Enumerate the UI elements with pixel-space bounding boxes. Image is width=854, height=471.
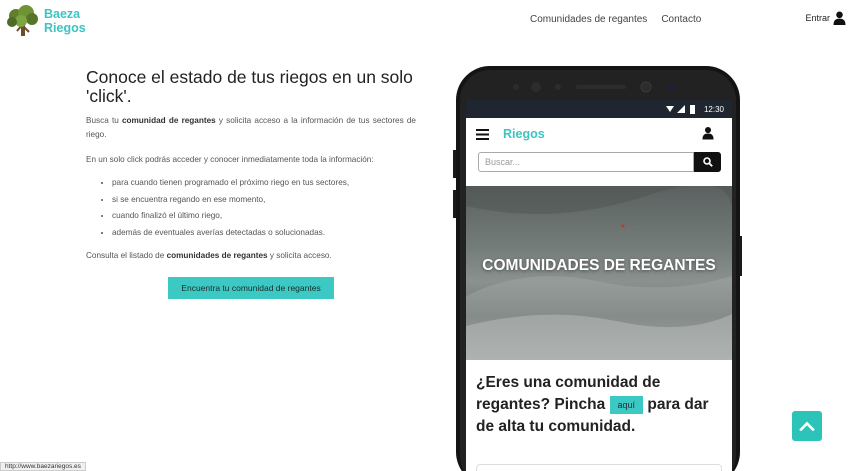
clock: 12:30 xyxy=(703,104,724,114)
status-bar-url: http://www.baezariegos.es xyxy=(0,462,86,471)
phone-screen: 12:30 Riegos Buscar... COMUNIDADES DE RE… xyxy=(466,100,732,471)
list-item: además de eventuales averías detectadas … xyxy=(112,225,416,242)
intro-paragraph-1: Busca tu comunidad de regantes y solicit… xyxy=(86,114,416,142)
brand-line-2: Riegos xyxy=(44,21,86,35)
hamburger-menu-icon[interactable] xyxy=(476,128,489,140)
page: Baeza Riegos Comunidades de regantes Con… xyxy=(0,0,854,471)
intro-paragraph-2: En un solo click podrás acceder y conoce… xyxy=(86,155,374,164)
tree-logo-icon xyxy=(7,5,38,36)
chevron-up-icon xyxy=(799,421,815,431)
text-fragment: y solicita acceso. xyxy=(267,251,332,260)
page-headline: Conoce el estado de tus riegos en un sol… xyxy=(86,67,413,106)
list-item: cuando finalizó el último riego, xyxy=(112,208,416,225)
bold-communities-link[interactable]: comunidad de regantes xyxy=(122,116,216,125)
features-list: para cuando tienen programado el próximo… xyxy=(86,175,416,241)
login-link[interactable]: Entrar xyxy=(805,11,846,25)
register-prompt: ¿Eres una comunidad de regantes? Pincha … xyxy=(476,372,726,438)
find-community-button[interactable]: Encuentra tu comunidad de regantes xyxy=(168,277,334,299)
phone-volume-button xyxy=(453,150,456,178)
aqui-button[interactable]: aquí xyxy=(609,395,644,414)
phone-volume-button xyxy=(453,190,456,218)
phone-app-bar: Riegos xyxy=(466,118,732,150)
login-label: Entrar xyxy=(805,13,830,23)
text-fragment: Consulta el listado de xyxy=(86,251,167,260)
main-nav: Comunidades de regantes Contacto xyxy=(530,14,701,25)
list-item: para cuando tienen programado el próximo… xyxy=(112,175,416,192)
nav-link-contact[interactable]: Contacto xyxy=(661,14,701,25)
phone-status-bar: 12:30 xyxy=(466,100,732,118)
signal-battery-icon xyxy=(665,104,695,114)
nav-link-communities[interactable]: Comunidades de regantes xyxy=(530,14,647,25)
hero-title: COMUNIDADES DE REGANTES xyxy=(482,257,716,274)
user-icon xyxy=(833,11,846,25)
hero-banner: COMUNIDADES DE REGANTES xyxy=(466,186,732,360)
phone-search-bar: Buscar... xyxy=(478,152,721,172)
search-icon xyxy=(702,157,713,167)
scroll-to-top-button[interactable] xyxy=(792,411,822,441)
brand-line-1: Baeza xyxy=(44,7,81,21)
phone-sensors-icon xyxy=(513,81,676,93)
search-button[interactable] xyxy=(694,152,721,172)
brand-logo[interactable]: Baeza Riegos xyxy=(6,4,86,38)
text-fragment: Busca tu xyxy=(86,116,122,125)
app-title: Riegos xyxy=(503,127,545,141)
user-icon[interactable] xyxy=(702,126,714,140)
phone-power-button xyxy=(739,236,742,276)
brand-name: Baeza Riegos xyxy=(44,7,86,35)
intro-paragraph-3: Consulta el listado de comunidades de re… xyxy=(86,249,416,263)
intro-section: Conoce el estado de tus riegos en un sol… xyxy=(86,68,416,263)
search-input[interactable]: Buscar... xyxy=(478,152,694,172)
list-item: si se encuentra regando en ese momento, xyxy=(112,192,416,209)
bold-communities-link-2[interactable]: comunidades de regantes xyxy=(167,251,268,260)
card-preview xyxy=(476,464,722,471)
